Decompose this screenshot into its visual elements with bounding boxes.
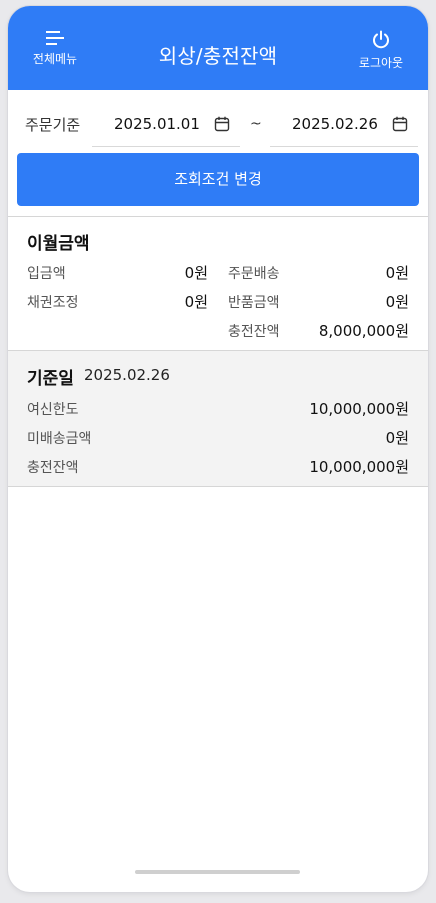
- carryover-return-label: 반품금액: [228, 295, 280, 311]
- base-date: 2025.02.26: [84, 366, 170, 384]
- carryover-order-label: 주문배송: [228, 266, 280, 282]
- base-title: 기준일: [27, 369, 74, 389]
- carryover-adjust-label: 채권조정: [27, 295, 79, 311]
- filter-label: 주문기준: [25, 116, 81, 134]
- end-date-field[interactable]: 2025.02.26: [270, 102, 418, 147]
- start-date-field[interactable]: 2025.01.01: [92, 102, 240, 147]
- carryover-deposit-label: 입금액: [27, 266, 66, 282]
- credit-limit-label: 여신한도: [27, 402, 79, 418]
- calendar-icon: [392, 116, 408, 132]
- logout-label: 로그아웃: [358, 56, 404, 70]
- calendar-icon: [214, 116, 230, 132]
- carryover-charge-label: 충전잔액: [228, 324, 280, 340]
- home-indicator: [135, 870, 300, 874]
- carryover-adjust-value: 0원: [184, 293, 208, 311]
- phone-screen: 전체메뉴 외상/충전잔액 로그아웃 주문기준 2025.01.01 ~ 2025…: [8, 6, 428, 892]
- undelivered-value: 0원: [385, 429, 409, 447]
- logout-button[interactable]: 로그아웃: [349, 30, 413, 70]
- end-date-value: 2025.02.26: [292, 115, 378, 133]
- change-search-button[interactable]: 조회조건 변경: [17, 153, 419, 206]
- base-date-section: 기준일 2025.02.26 여신한도 10,000,000원 미배송금액 0원…: [8, 351, 428, 486]
- charge-balance-label: 충전잔액: [27, 460, 79, 476]
- carryover-deposit-value: 0원: [184, 264, 208, 282]
- divider: [8, 216, 428, 217]
- charge-balance-value: 10,000,000원: [309, 458, 409, 476]
- start-date-value: 2025.01.01: [114, 115, 200, 133]
- date-filter: 주문기준 2025.01.01 ~ 2025.02.26 조회조건 변경: [8, 90, 428, 216]
- carryover-return-value: 0원: [385, 293, 409, 311]
- undelivered-label: 미배송금액: [27, 431, 92, 447]
- date-range-separator: ~: [250, 116, 262, 132]
- power-icon: [373, 30, 389, 49]
- divider: [8, 486, 428, 487]
- credit-limit-value: 10,000,000원: [309, 400, 409, 418]
- carryover-charge-value: 8,000,000원: [318, 322, 409, 340]
- carryover-order-value: 0원: [385, 264, 409, 282]
- app-header: 전체메뉴 외상/충전잔액 로그아웃: [8, 6, 428, 90]
- carryover-title: 이월금액: [27, 234, 90, 254]
